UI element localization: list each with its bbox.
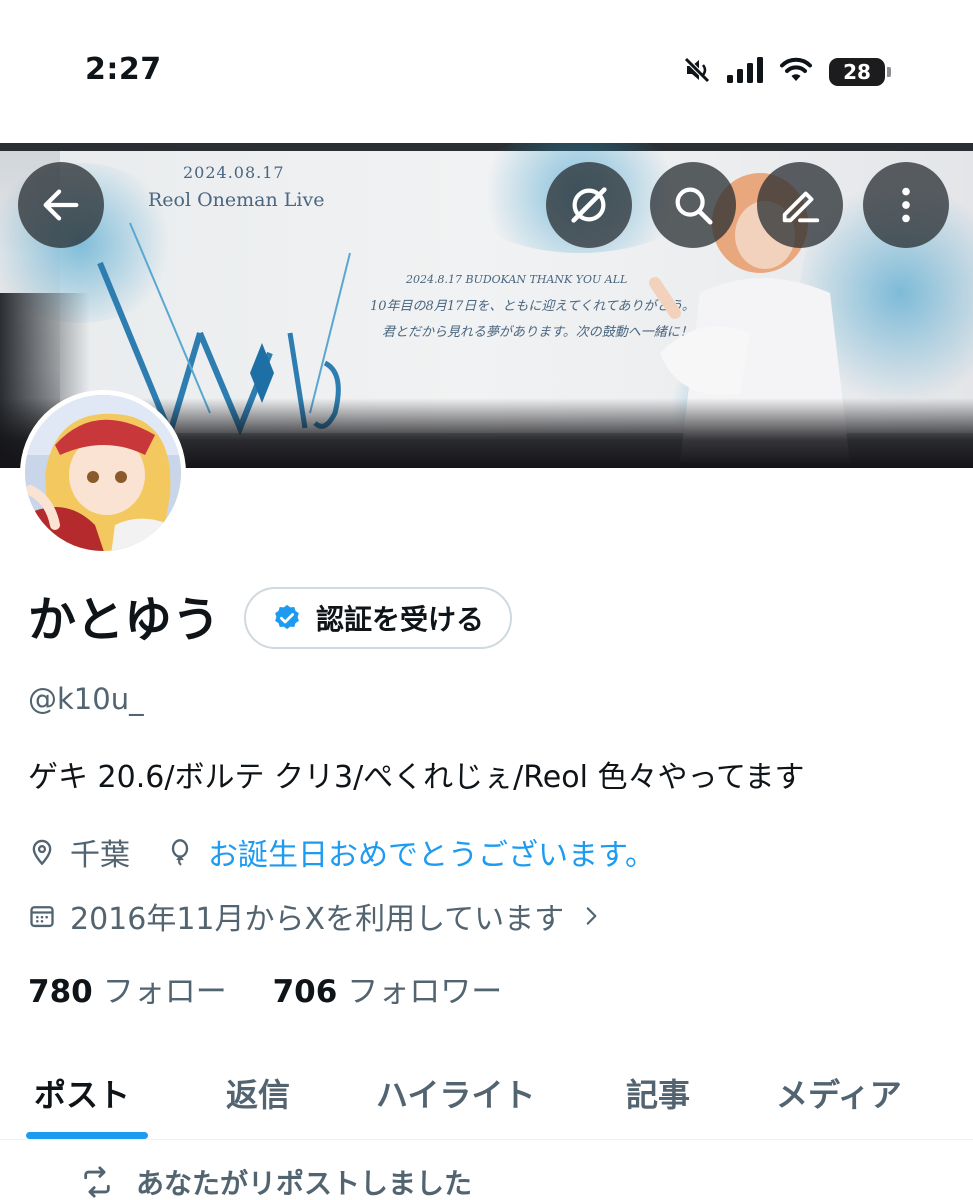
tab-posts[interactable]: ポスト [34, 1070, 130, 1116]
joined-date: 2016年11月からXを利用しています [70, 902, 565, 937]
status-time: 2:27 [85, 52, 162, 87]
back-button[interactable] [18, 162, 104, 248]
more-icon [902, 187, 910, 223]
more-button[interactable] [863, 162, 949, 248]
grok-icon [571, 187, 607, 223]
profile-meta-row: 千葉 お誕生日おめでとうございます。 [28, 830, 655, 874]
edit-button[interactable] [757, 162, 843, 248]
grok-button[interactable] [546, 162, 632, 248]
battery-level: 28 [843, 60, 871, 84]
birthday-link[interactable]: お誕生日おめでとうございます。 [208, 830, 655, 874]
get-verified-button[interactable]: 認証を受ける [244, 587, 513, 649]
followers-count: 706 [272, 974, 338, 1010]
repost-icon [84, 1166, 110, 1198]
avatar-image [25, 395, 181, 551]
tab-highlights[interactable]: ハイライト [376, 1070, 535, 1116]
banner-date: 2024.08.17 [183, 163, 285, 182]
tab-media[interactable]: メディア [776, 1070, 902, 1116]
following-link[interactable]: 780 フォロー [28, 974, 237, 1010]
followers-link[interactable]: 706 フォロワー [273, 974, 503, 1010]
user-handle: @k10u_ [28, 682, 144, 716]
search-button[interactable] [650, 162, 736, 248]
search-icon [675, 187, 713, 225]
following-count: 780 [28, 974, 93, 1010]
chevron-right-icon [586, 907, 597, 925]
profile-bio: ゲキ 20.6/ボルテ クリ3/ぺくれじぇ/Reol 色々やってます [28, 760, 805, 795]
following-label: フォロー [102, 974, 227, 1010]
mute-icon [683, 56, 711, 88]
back-arrow-icon [43, 189, 79, 221]
banner-script-line-1: 2024.8.17 BUDOKAN THANK YOU ALL [406, 273, 628, 286]
battery-icon: 28 [829, 58, 891, 86]
active-tab-indicator [26, 1132, 148, 1139]
calendar-icon [30, 906, 54, 928]
tab-articles[interactable]: 記事 [626, 1070, 690, 1116]
get-verified-label: 認証を受ける [316, 603, 485, 636]
wifi-icon [779, 57, 813, 87]
profile-location: 千葉 [70, 838, 130, 873]
display-name: かとゆう [28, 592, 221, 648]
followers-label: フォロワー [347, 974, 503, 1010]
edit-icon [782, 191, 820, 223]
status-icons: 28 [683, 56, 891, 88]
balloon-icon [171, 839, 189, 866]
follow-stats: 780 フォロー 706 フォロワー [28, 966, 502, 1011]
cellular-signal-icon [727, 57, 763, 87]
verified-badge-icon [275, 604, 299, 630]
avatar[interactable] [20, 390, 186, 556]
profile-tabs: ポスト 返信 ハイライト 記事 メディア [0, 1048, 973, 1140]
repost-indicator: あなたがリポストしました [80, 1162, 472, 1200]
tab-replies[interactable]: 返信 [226, 1070, 290, 1116]
joined-row[interactable]: 2016年11月からXを利用しています [28, 894, 618, 938]
repost-label: あなたがリポストしました [136, 1167, 473, 1200]
location-icon [32, 839, 52, 866]
banner-live-title: Reol Oneman Live [148, 189, 325, 211]
status-bar: 2:27 28 [0, 0, 973, 143]
